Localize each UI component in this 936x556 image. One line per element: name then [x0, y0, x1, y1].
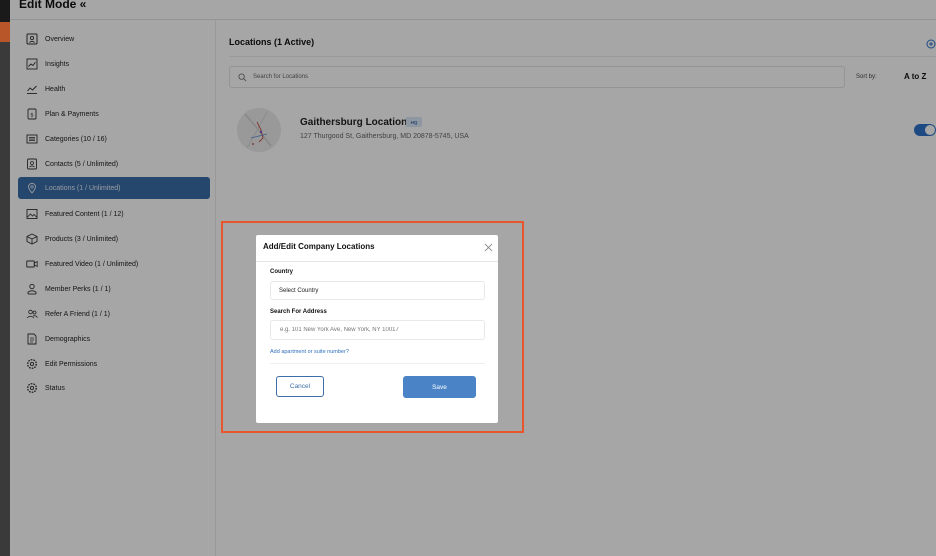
window-edge-dark [0, 0, 10, 22]
dialog-title: Add/Edit Company Locations [263, 242, 375, 251]
divider [256, 261, 498, 262]
window-edge [0, 0, 10, 556]
window-edge-accent [0, 22, 10, 42]
address-label: Search For Address [270, 309, 327, 315]
country-select[interactable]: Select Country [270, 281, 485, 300]
add-apartment-link[interactable]: Add apartment or suite number? [270, 349, 349, 355]
close-icon[interactable] [482, 241, 494, 253]
add-edit-location-dialog: Add/Edit Company Locations Country Selec… [256, 235, 498, 423]
country-label: Country [270, 269, 293, 275]
divider [270, 363, 485, 364]
cancel-button[interactable]: Cancel [276, 376, 324, 397]
save-button[interactable]: Save [403, 376, 476, 398]
address-search-input[interactable] [270, 320, 485, 340]
